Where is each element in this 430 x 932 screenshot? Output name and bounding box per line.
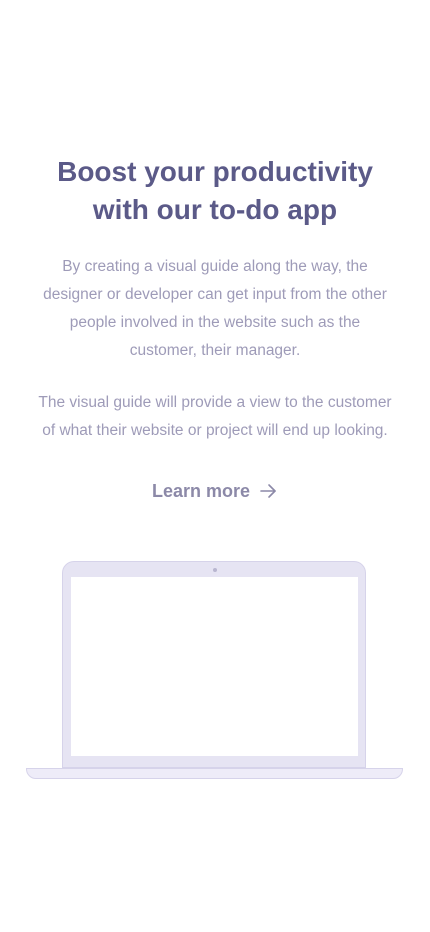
laptop-illustration <box>26 561 403 779</box>
page-title: Boost your productivity with our to-do a… <box>20 153 410 229</box>
laptop-base <box>26 768 403 779</box>
hero-section: Boost your productivity with our to-do a… <box>0 0 430 932</box>
title-line-1: Boost your productivity <box>57 156 373 187</box>
description-2-line-1: The visual guide will provide a view to … <box>38 394 392 411</box>
title-line-2: with our to-do app <box>92 194 338 225</box>
description-2-line-2: of what their website or project will en… <box>42 422 388 439</box>
description-1-line-4: customer, their manager. <box>129 342 301 359</box>
learn-more-link[interactable]: Learn more <box>0 476 430 506</box>
description-1-line-3: people involved in the website such as t… <box>69 314 361 331</box>
description-paragraph-2: The visual guide will provide a view to … <box>20 389 410 445</box>
learn-more-label: Learn more <box>151 480 251 501</box>
description-1-line-2: designer or developer can get input from… <box>43 286 387 303</box>
laptop-screen-frame <box>62 561 366 768</box>
laptop-display <box>71 577 358 756</box>
arrow-right-icon <box>260 484 276 498</box>
description-paragraph-1: By creating a visual guide along the way… <box>20 253 410 365</box>
description-1-line-1: By creating a visual guide along the way… <box>62 258 368 275</box>
laptop-camera <box>213 568 217 572</box>
